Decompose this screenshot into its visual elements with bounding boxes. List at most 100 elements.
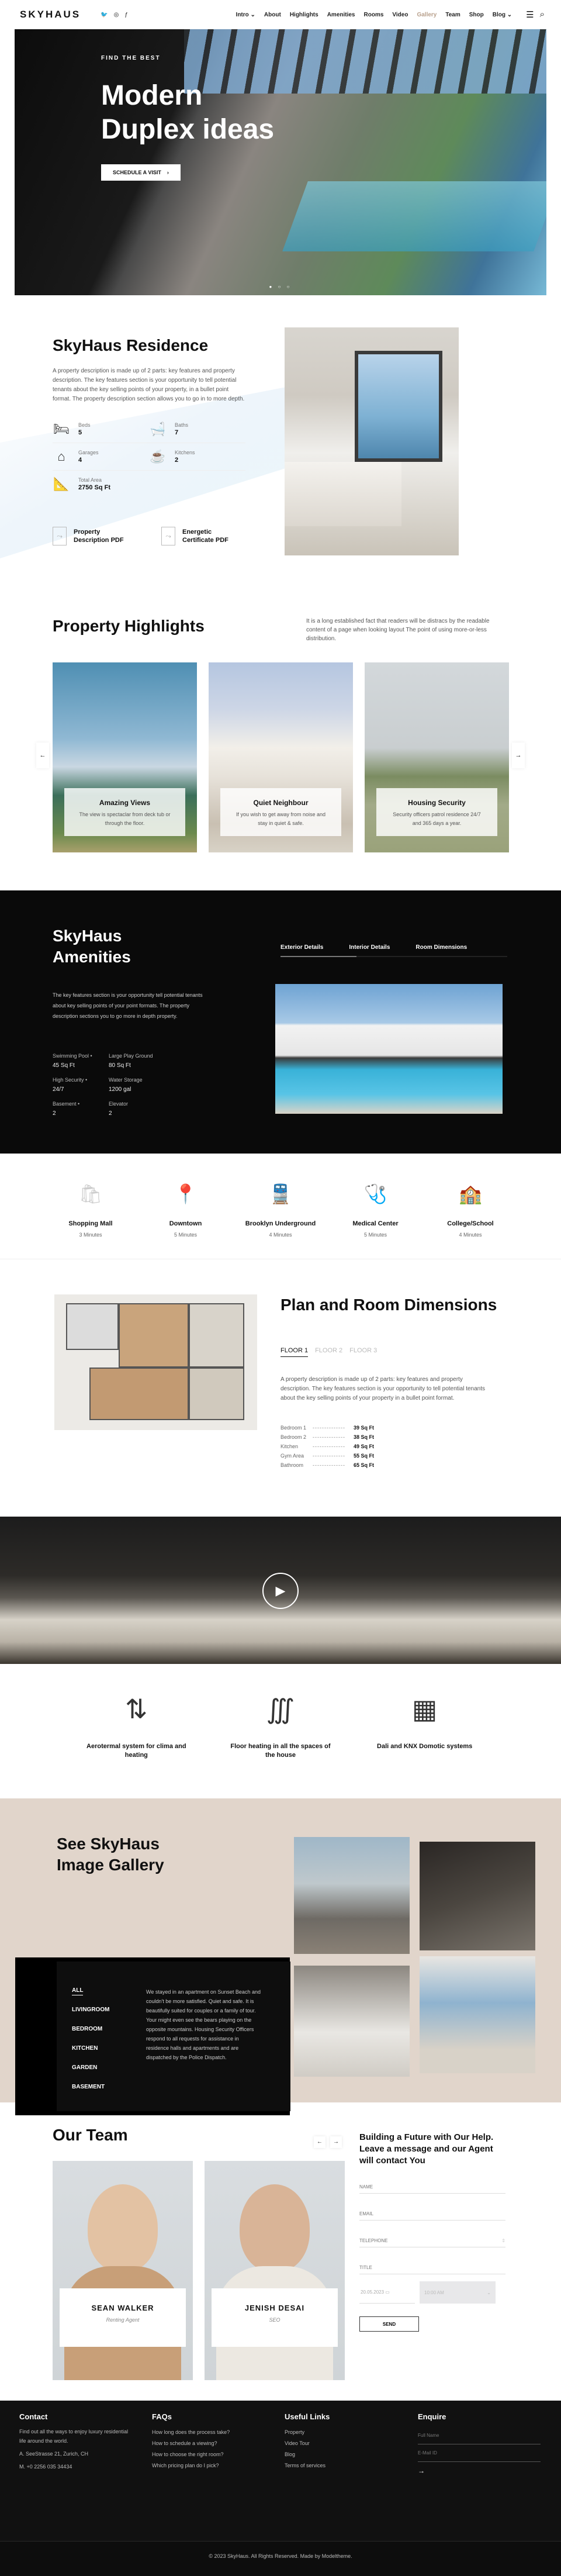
filter-garden[interactable]: GARDEN [72,2064,109,2084]
stepper-icon[interactable]: ⇕ [501,2238,505,2243]
highlight-card[interactable]: Amazing Views The view is spectaclar from… [53,662,197,852]
team-member-card[interactable]: SEAN WALKER Renting Agent [53,2161,193,2380]
footer-link-terms[interactable]: Terms of services [285,2460,330,2471]
footer-link-property[interactable]: Property [285,2427,330,2438]
hero-image-pool [282,181,546,251]
hero-kicker: FIND THE BEST [101,55,161,61]
footer-address: A. SeeStrasse 21, Zurich, CH [19,2451,89,2457]
search-icon[interactable]: ⌕ [540,9,545,20]
email-input[interactable] [359,2211,505,2216]
nearby-item: 🏫 College/School 4 Minutes [432,1183,508,1259]
highlight-card[interactable]: Housing Security Security officers patrol… [365,662,509,852]
contact-form: Building a Future with Our Help. Leave a… [359,2132,505,2332]
filter-basement[interactable]: BASEMENT [72,2084,109,2103]
team-next-button[interactable]: → [330,2136,342,2148]
team-prev-button[interactable]: ← [314,2136,325,2148]
residence-description: A property description is made up of 2 p… [53,368,245,402]
gallery-image[interactable] [420,1956,535,2073]
amenities-description: The key features section is your opportu… [53,992,203,1019]
room-row: Bedroom 1 -------------- 39 Sq Ft [280,1425,375,1431]
faq-link[interactable]: How to choose the right room? [152,2449,230,2460]
team-member-card[interactable]: JENISH DESAI SEO [205,2161,345,2380]
social-links: 🐦 ◎ ƒ [101,12,128,18]
nav-item-shop[interactable]: Shop [469,12,484,18]
footer-faq-title: FAQs [152,2412,172,2421]
facebook-icon[interactable]: ƒ [124,12,128,18]
room-row: Bathroom -------------- 65 Sq Ft [280,1462,375,1468]
nav-item-amenities[interactable]: Amenities [327,12,355,18]
energetic-certificate-pdf-link[interactable]: ⤳ Energetic Certificate PDF [161,527,241,545]
gallery-image[interactable] [294,1837,410,1954]
footer-email-input[interactable] [418,2450,541,2456]
plan-description: A property description is made up of 2 p… [280,1376,486,1401]
tab-exterior-details[interactable]: Exterior Details [280,944,323,951]
carousel-next-button[interactable]: → [512,743,525,768]
telephone-input[interactable] [359,2238,502,2243]
tab-floor-1[interactable]: FLOOR 1 [280,1347,309,1357]
footer-links-title: Useful Links [285,2412,330,2421]
highlight-card[interactable]: Quiet Neighbour If you wish to get away f… [209,662,353,852]
carousel-prev-button[interactable]: ← [36,743,49,768]
footer-link-video-tour[interactable]: Video Tour [285,2438,330,2449]
gallery-image[interactable] [420,1842,535,1950]
bedroom-photo [285,327,459,555]
nearby-item: 🛍 Shopping Mall 3 Minutes [53,1183,129,1259]
nearby-item: 🚆 Brooklyn Underground 4 Minutes [243,1183,318,1259]
amenities-list: Swimming Pool • 45 Sq Ft Large Play Groun… [53,1053,153,1117]
nav-item-about[interactable]: About [264,12,281,18]
nearby-item: 🩺 Medical Center 5 Minutes [338,1183,414,1259]
name-input[interactable] [359,2184,505,2190]
tab-floor-2[interactable]: FLOOR 2 [315,1347,342,1357]
nav-item-intro[interactable]: Intro ⌄ [236,12,255,18]
garage-icon: ⌂ [57,449,65,464]
submit-arrow-icon[interactable]: → [418,2467,541,2475]
nav-item-team[interactable]: Team [445,12,460,18]
filter-all[interactable]: ALL [72,1987,109,2007]
tab-floor-3[interactable]: FLOOR 3 [349,1347,377,1357]
nav-item-video[interactable]: Video [392,12,408,18]
highlights-description: It is a long established fact that reade… [306,618,490,642]
calendar-icon: ▭ [385,2290,390,2295]
highlights-title: Property Highlights [53,617,205,635]
nav-item-gallery[interactable]: Gallery [417,12,437,18]
control-panel-icon: ▦ [411,1694,438,1724]
date-input[interactable]: 20.05.2023 ▭ [359,2281,415,2304]
play-video-button[interactable]: ▶ [262,1573,299,1609]
send-button[interactable]: SEND [359,2316,419,2332]
filter-bedroom[interactable]: BEDROOM [72,2026,109,2045]
fullname-input[interactable] [418,2433,541,2438]
feature-item: ⇅ Aerotermal system for clima and heating [84,1693,189,1798]
train-icon: 🚆 [269,1183,292,1204]
filter-livingroom[interactable]: LIVINGROOM [72,2007,109,2026]
site-header: SKYHAUS 🐦 ◎ ƒ Intro ⌄ About Highlights A… [0,0,561,29]
nav-item-rooms[interactable]: Rooms [364,12,384,18]
filter-kitchen[interactable]: KITCHEN [72,2045,109,2064]
property-description-pdf-link[interactable]: ⤳ Property Description PDF [53,527,132,545]
hero-banner: FIND THE BEST Modern Duplex ideas SCHEDUL… [15,29,546,295]
menu-icon[interactable]: ☰ [526,9,534,20]
twitter-icon[interactable]: 🐦 [101,12,108,18]
footer-contact-title: Contact [19,2412,48,2421]
instagram-icon[interactable]: ◎ [114,12,119,18]
tab-room-dimensions[interactable]: Room Dimensions [415,944,467,951]
spec-total-area: 📐 Total Area 2750 Sq Ft [53,476,111,491]
contact-form-title: Building a Future with Our Help. Leave a… [359,2132,494,2166]
tab-interior-details[interactable]: Interior Details [349,944,390,951]
slider-dots[interactable]: ● ○ ○ [15,284,546,289]
faq-link[interactable]: Which pricing plan do I pick? [152,2460,230,2471]
map-pin-icon: 📍 [174,1183,198,1204]
spec-kitchens: ☕ Kitchens 2 [150,449,195,464]
room-dimensions-list: Bedroom 1 -------------- 39 Sq Ft Bedroom … [280,1423,374,1470]
time-select[interactable]: 10:00 AM ⌄ [420,2281,496,2304]
title-input[interactable] [359,2265,505,2270]
nav-item-highlights[interactable]: Highlights [290,12,318,18]
schedule-visit-button[interactable]: SCHEDULE A VISIT › [101,164,181,181]
footer-link-blog[interactable]: Blog [285,2449,330,2460]
nav-item-blog[interactable]: Blog ⌄ [493,12,512,18]
faq-link[interactable]: How long does the process take? [152,2427,230,2438]
gallery-image[interactable] [294,1966,410,2077]
site-logo[interactable]: SKYHAUS [20,9,81,20]
floor-heating-icon: ∭ [266,1694,295,1724]
plan-title: Plan and Room Dimensions [280,1296,497,1314]
faq-link[interactable]: How to schedule a viewing? [152,2438,230,2449]
